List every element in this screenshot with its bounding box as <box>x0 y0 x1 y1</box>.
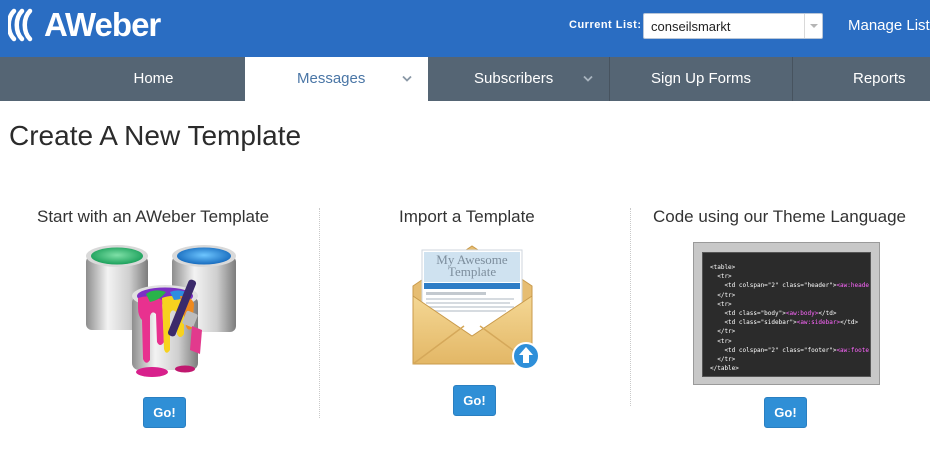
option-title-theme-language: Code using our Theme Language <box>653 207 906 226</box>
code-preview: <table> <tr> <td colspan="2" class="head… <box>702 252 871 377</box>
paint-cans-icon <box>80 238 240 382</box>
main-nav: Home Messages Subscribers Sign Up Forms … <box>0 57 930 101</box>
nav-tab-messages[interactable]: Messages <box>245 57 428 101</box>
aweber-logo[interactable]: AWeber <box>8 5 161 45</box>
nav-tab-label: Messages <box>297 70 366 87</box>
code-line: </tr> <box>710 291 736 299</box>
column-divider <box>630 208 631 406</box>
code-screen-icon: <table> <tr> <td colspan="2" class="head… <box>693 242 880 385</box>
manage-lists-link[interactable]: Manage Lists <box>848 17 930 34</box>
nav-tab-label: Sign Up Forms <box>650 70 752 87</box>
current-list-label: Current List: <box>569 19 642 31</box>
top-bar: AWeber Current List: conseilsmarkt Manag… <box>0 0 930 57</box>
current-list-select[interactable]: conseilsmarkt <box>643 13 823 39</box>
go-button-aweber-template[interactable]: Go! <box>143 397 186 428</box>
code-line: <td colspan="2" class="header"><aw:heade… <box>710 282 870 290</box>
nav-tab-label: Home <box>133 70 174 87</box>
option-title-import-template: Import a Template <box>399 207 535 226</box>
code-line: </table> <box>710 365 739 373</box>
code-line: <tr> <box>710 337 732 345</box>
envelope-heading-line: Template <box>447 264 497 279</box>
chevron-down-icon[interactable] <box>583 75 593 84</box>
nav-tab-label: Subscribers <box>474 70 554 87</box>
code-line: <td class="body"><aw:body></td> <box>710 310 837 318</box>
aweber-wave-icon <box>8 8 33 42</box>
envelope-upload-icon: My Awesome Template <box>412 244 542 372</box>
code-line: <tr> <box>710 273 732 281</box>
code-lines: <table> <tr> <td colspan="2" class="head… <box>710 263 870 373</box>
go-button-import-template[interactable]: Go! <box>453 385 496 416</box>
code-line: <table> <box>710 264 736 271</box>
logo-text: AWeber <box>44 6 161 43</box>
go-button-theme-language[interactable]: Go! <box>764 397 807 428</box>
current-list-value: conseilsmarkt <box>651 19 731 34</box>
code-line: <td class="sidebar"><aw:sidebar></td> <box>710 319 859 327</box>
option-title-aweber-template: Start with an AWeber Template <box>37 207 270 226</box>
nav-tab-subscribers[interactable]: Subscribers <box>428 57 609 101</box>
page-title: Create A New Template <box>9 120 302 151</box>
nav-tab-home[interactable]: Home <box>62 57 245 101</box>
chevron-down-icon[interactable] <box>402 75 412 84</box>
nav-tab-signup-forms[interactable]: Sign Up Forms <box>610 57 792 101</box>
column-divider <box>319 208 320 418</box>
code-line: </tr> <box>710 356 736 364</box>
nav-tab-label: Reports <box>853 70 906 87</box>
code-line: <td colspan="2" class="footer"><aw:foote… <box>710 346 870 354</box>
code-line: <tr> <box>710 300 732 308</box>
code-line: </tr> <box>710 328 736 336</box>
envelope-template-heading: My Awesome Template <box>424 253 520 279</box>
dropdown-arrow-icon[interactable] <box>804 14 822 38</box>
nav-tab-reports[interactable]: Reports <box>793 57 930 101</box>
